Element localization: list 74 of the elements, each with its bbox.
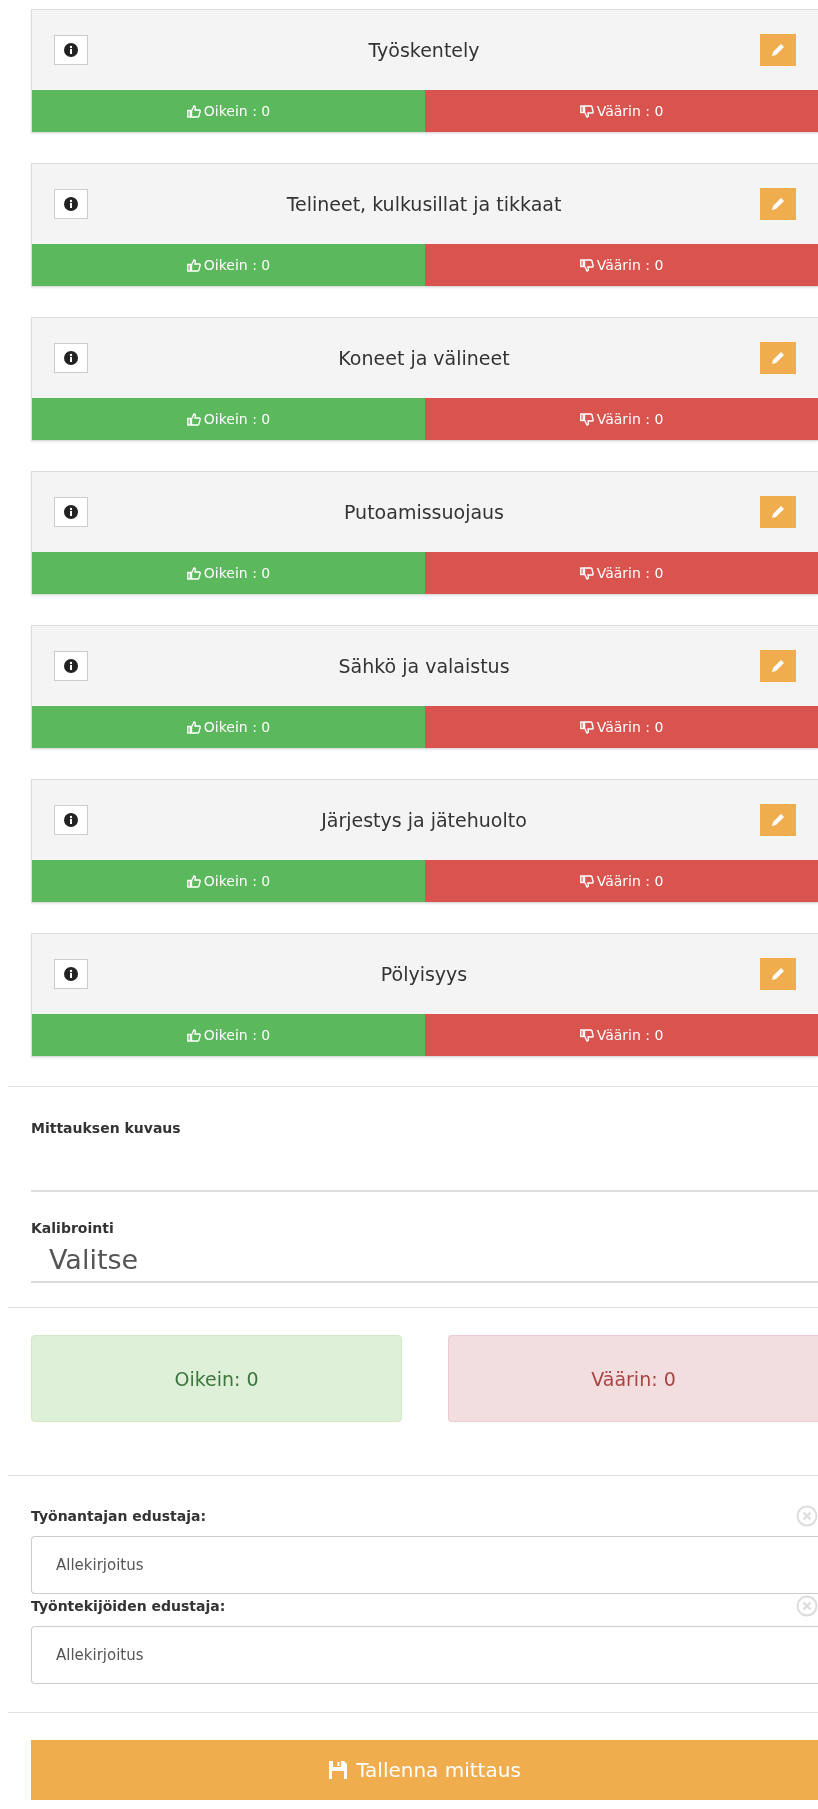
- wrong-button[interactable]: Väärin : 0: [425, 398, 818, 440]
- clear-icon[interactable]: [796, 1595, 818, 1617]
- field-label: Työntekijöiden edustaja:: [31, 1598, 226, 1614]
- info-button[interactable]: [54, 651, 88, 681]
- wrong-button[interactable]: Väärin : 0: [425, 860, 818, 902]
- info-icon: [64, 351, 78, 365]
- field-label: Työnantajan edustaja:: [31, 1508, 207, 1524]
- calibration-select[interactable]: Valitse: [31, 1236, 818, 1283]
- edit-button[interactable]: [760, 958, 796, 990]
- thumbs-down-icon: [579, 720, 594, 734]
- info-button[interactable]: [54, 805, 88, 835]
- category-title: Pölyisyys: [379, 963, 469, 985]
- thumbs-down-icon: [579, 874, 594, 888]
- thumbs-down-icon: [579, 258, 594, 272]
- wrong-button[interactable]: Väärin : 0: [425, 90, 818, 132]
- info-icon: [64, 197, 78, 211]
- edit-button[interactable]: [760, 188, 796, 220]
- thumbs-down-icon: [579, 412, 594, 426]
- thumbs-up-icon: [186, 720, 201, 734]
- thumbs-down-icon: [579, 104, 594, 118]
- correct-button[interactable]: Oikein : 0: [32, 706, 425, 748]
- edit-button[interactable]: [760, 804, 796, 836]
- correct-button[interactable]: Oikein : 0: [32, 398, 425, 440]
- info-icon: [64, 505, 78, 519]
- pencil-icon: [770, 812, 786, 828]
- thumbs-down-icon: [579, 566, 594, 580]
- field-label: Mittauksen kuvaus: [31, 1120, 182, 1136]
- info-button[interactable]: [54, 343, 88, 373]
- correct-button[interactable]: Oikein : 0: [32, 90, 425, 132]
- thumbs-up-icon: [186, 104, 201, 118]
- category-title: Telineet, kulkusillat ja tikkaat: [285, 193, 563, 215]
- category-title: Koneet ja välineet: [337, 347, 511, 369]
- wrong-button[interactable]: Väärin : 0: [425, 244, 818, 286]
- edit-button[interactable]: [760, 650, 796, 682]
- signature-field[interactable]: Allekirjoitus: [31, 1626, 818, 1684]
- info-button[interactable]: [54, 497, 88, 527]
- correct-total: Oikein: 0: [31, 1335, 402, 1422]
- thumbs-up-icon: [186, 258, 201, 272]
- info-button[interactable]: [54, 959, 88, 989]
- clear-icon[interactable]: [796, 1505, 818, 1527]
- category-title: Työskentely: [367, 39, 481, 61]
- wrong-button[interactable]: Väärin : 0: [425, 1014, 818, 1056]
- signature-field[interactable]: Allekirjoitus: [31, 1536, 818, 1594]
- correct-button[interactable]: Oikein : 0: [32, 1014, 425, 1056]
- info-button[interactable]: [54, 189, 88, 219]
- info-icon: [64, 813, 78, 827]
- category-title: Järjestys ja jätehuolto: [319, 809, 528, 831]
- thumbs-up-icon: [186, 1028, 201, 1042]
- edit-button[interactable]: [760, 342, 796, 374]
- wrong-total: Väärin: 0: [448, 1335, 818, 1422]
- correct-button[interactable]: Oikein : 0: [32, 860, 425, 902]
- pencil-icon: [770, 42, 786, 58]
- thumbs-up-icon: [186, 566, 201, 580]
- pencil-icon: [770, 966, 786, 982]
- pencil-icon: [770, 350, 786, 366]
- field-label: Kalibrointi: [31, 1220, 115, 1236]
- edit-button[interactable]: [760, 496, 796, 528]
- edit-button[interactable]: [760, 34, 796, 66]
- pencil-icon: [770, 504, 786, 520]
- pencil-icon: [770, 658, 786, 674]
- info-icon: [64, 659, 78, 673]
- wrong-button[interactable]: Väärin : 0: [425, 552, 818, 594]
- category-title: Putoamissuojaus: [343, 501, 505, 523]
- pencil-icon: [770, 196, 786, 212]
- correct-button[interactable]: Oikein : 0: [32, 244, 425, 286]
- category-title: Sähkö ja valaistus: [337, 655, 511, 677]
- thumbs-up-icon: [186, 412, 201, 426]
- info-icon: [64, 43, 78, 57]
- thumbs-down-icon: [579, 1028, 594, 1042]
- wrong-button[interactable]: Väärin : 0: [425, 706, 818, 748]
- info-button[interactable]: [54, 35, 88, 65]
- info-icon: [64, 967, 78, 981]
- correct-button[interactable]: Oikein : 0: [32, 552, 425, 594]
- thumbs-up-icon: [186, 874, 201, 888]
